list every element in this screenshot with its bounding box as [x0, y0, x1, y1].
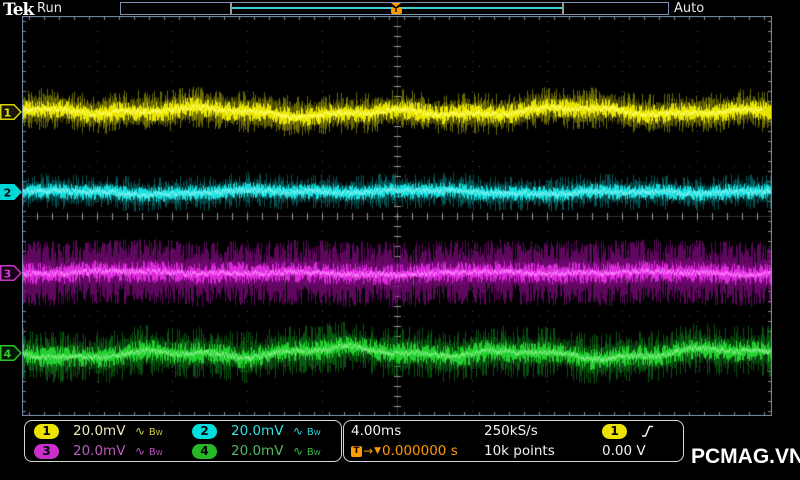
record-length-readout: 10k points [484, 443, 555, 459]
channel-1-scale: 20.0mV [73, 423, 126, 439]
trigger-mode-label: Auto [674, 1, 705, 16]
sample-rate-readout: 250kS/s [484, 423, 538, 439]
channel-3-readout: 3 20.0mV ∿ BW [25, 443, 183, 459]
acquisition-record-bar: T [120, 2, 669, 15]
trigger-delay-readout: T → ▼ 0.000000 s [351, 443, 484, 459]
channel-3-badge[interactable]: 3 [34, 443, 59, 459]
trigger-position-bar-marker[interactable]: T [390, 3, 402, 14]
channel-2-badge[interactable]: 2 [192, 423, 217, 439]
channel-3-marker-label: 3 [4, 268, 12, 281]
down-triangle-icon: ▼ [374, 446, 381, 456]
trigger-level-readout: 0.00 V [602, 443, 646, 459]
acquisition-status: Run [37, 1, 62, 16]
channel-readout-box: 1 20.0mV ∿ BW 2 20.0mV ∿ BW 3 20.0mV ∿ B… [24, 420, 342, 462]
channel-2-marker-label: 2 [4, 187, 12, 200]
trigger-source-badge[interactable]: 1 [602, 423, 627, 439]
trigger-delay-t-icon: T [351, 445, 362, 457]
channel-4-readout: 4 20.0mV ∿ BW [183, 443, 341, 459]
channel-4-marker[interactable]: 4 [0, 345, 22, 361]
trigger-t-icon: T [390, 7, 402, 14]
channel-4-badge[interactable]: 4 [192, 443, 217, 459]
trigger-level-arrow[interactable] [758, 105, 771, 119]
watermark: PCMAG.VN [691, 445, 800, 468]
channel-1-coupling-bw-icon: ∿ BW [135, 424, 163, 438]
channel-4-scale: 20.0mV [231, 443, 284, 459]
record-window-bracket-right [562, 3, 564, 14]
channel-4-marker-label: 4 [4, 348, 12, 361]
channel-1-marker[interactable]: 1 [0, 104, 22, 120]
channel-2-coupling-bw-icon: ∿ BW [293, 424, 321, 438]
channel-2-marker[interactable]: 2 [0, 184, 22, 200]
trigger-source-readout: 1 [602, 423, 683, 439]
right-arrow-icon: → [363, 444, 374, 458]
channel-1-marker-label: 1 [4, 107, 12, 120]
channel-3-coupling-bw-icon: ∿ BW [135, 444, 163, 458]
channel-1-badge[interactable]: 1 [34, 423, 59, 439]
channel-2-scale: 20.0mV [231, 423, 284, 439]
channel-4-coupling-bw-icon: ∿ BW [293, 444, 321, 458]
channel-3-marker[interactable]: 3 [0, 265, 22, 281]
channel-2-readout: 2 20.0mV ∿ BW [183, 423, 341, 439]
trigger-delay-value: 0.000000 s [381, 443, 458, 459]
channel-1-readout: 1 20.0mV ∿ BW [25, 423, 183, 439]
rising-edge-slope-icon [642, 425, 653, 437]
channel-3-scale: 20.0mV [73, 443, 126, 459]
horizontal-trigger-readout-box: 4.00ms 250kS/s 1 T → ▼ 0.000000 s 10k po… [343, 420, 684, 462]
timebase-readout: 4.00ms [351, 423, 402, 439]
waveform-display [22, 16, 772, 416]
